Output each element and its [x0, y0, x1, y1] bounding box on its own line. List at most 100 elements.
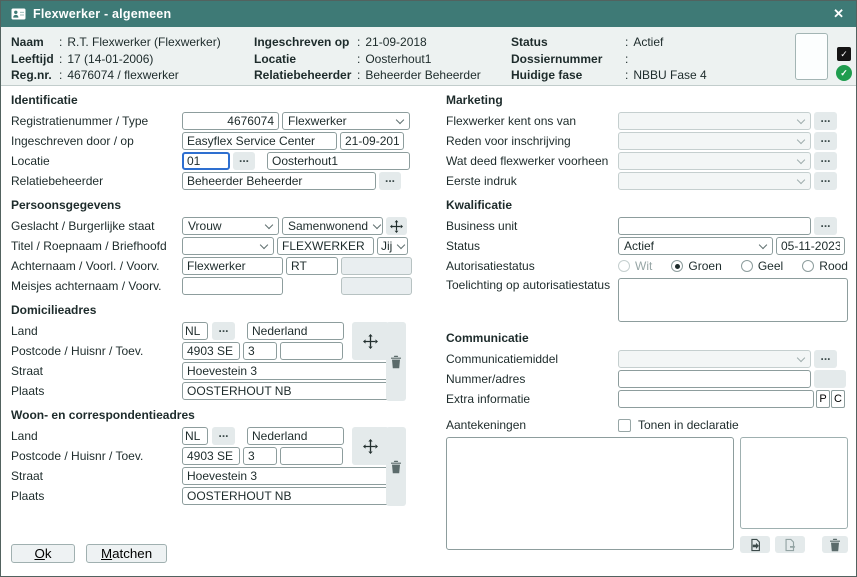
woon-postcode-input[interactable] — [182, 447, 240, 465]
woon-land-code-input[interactable] — [182, 427, 208, 445]
voorheen-select[interactable] — [618, 152, 811, 170]
window-title: Flexwerker - algemeen — [33, 7, 824, 21]
straat-label: Straat — [11, 469, 182, 483]
locatie-naam-input[interactable] — [267, 152, 410, 170]
radio-rood[interactable]: Rood — [802, 259, 848, 273]
burgerlijke-staat-select[interactable]: Samenwonend — [282, 217, 383, 235]
achternaam-input[interactable] — [182, 257, 283, 275]
locatie-lookup-button[interactable]: ... — [233, 152, 255, 170]
radio-wit[interactable]: Wit — [618, 259, 652, 273]
eerste-indruk-label: Eerste indruk — [446, 174, 618, 188]
relatiebeheerder-value: Beheerder Beheerder — [365, 67, 480, 84]
meisjes-voorvoegsel-input[interactable] — [341, 277, 412, 295]
land-lookup-button[interactable]: ... — [212, 322, 235, 340]
kent-ons-van-lookup-button[interactable]: ... — [814, 112, 837, 130]
voorletters-input[interactable] — [286, 257, 338, 275]
land-naam-input[interactable] — [247, 322, 344, 340]
postcode-input[interactable] — [182, 342, 240, 360]
geslacht-select[interactable]: Vrouw — [182, 217, 279, 235]
move-row-button[interactable] — [386, 217, 407, 235]
ingeschreven-op-input[interactable] — [340, 132, 404, 150]
ok-button[interactable]: Ok — [11, 544, 75, 563]
trash-icon — [829, 538, 841, 552]
extra-informatie-input[interactable] — [618, 390, 814, 408]
woon-land-lookup-button[interactable]: ... — [212, 427, 235, 445]
status-datum-input[interactable] — [776, 237, 845, 255]
communicatiemiddel-select[interactable] — [618, 350, 811, 368]
radio-groen[interactable]: Groen — [671, 259, 721, 273]
status-select[interactable]: Actief — [618, 237, 773, 255]
section-communicatie: Communicatie Communicatiemiddel ... Numm… — [446, 324, 848, 409]
woon-land-naam-input[interactable] — [247, 427, 344, 445]
registratienummer-input[interactable] — [182, 112, 279, 130]
reden-inschrijving-lookup-button[interactable]: ... — [814, 132, 837, 150]
type-select[interactable]: Flexwerker — [282, 112, 410, 130]
communicatiemiddel-lookup-button[interactable]: ... — [814, 350, 837, 368]
p-button[interactable]: P — [816, 390, 830, 408]
nummer-adres-extra-button[interactable] — [814, 370, 846, 388]
aantekeningen-textarea[interactable] — [446, 437, 734, 550]
tonen-in-declaratie-label: Tonen in declaratie — [638, 418, 739, 432]
straat-label: Straat — [11, 364, 182, 378]
titel-select[interactable] — [182, 237, 274, 255]
nummer-adres-input[interactable] — [618, 370, 811, 388]
note-import-button[interactable] — [740, 536, 770, 553]
note-delete-button[interactable] — [822, 536, 848, 553]
tonen-in-declaratie-checkbox[interactable] — [618, 419, 631, 432]
woon-straat-input[interactable] — [182, 467, 391, 485]
toevoeging-input[interactable] — [280, 342, 343, 360]
postcode-huisnr-toev-label: Postcode / Huisnr / Toev. — [11, 344, 182, 358]
woon-plaats-input[interactable] — [182, 487, 391, 505]
note-export-button[interactable] — [775, 536, 805, 553]
eerste-indruk-lookup-button[interactable]: ... — [814, 172, 837, 190]
aantekeningen-label: Aantekeningen — [446, 418, 618, 432]
reden-inschrijving-select[interactable] — [618, 132, 811, 150]
woon-toevoeging-input[interactable] — [280, 447, 343, 465]
briefhoofd-select[interactable]: Jij — [377, 237, 408, 255]
ingeschreven-door-input[interactable] — [182, 132, 337, 150]
section-aantekeningen: Aantekeningen Tonen in declaratie — [446, 415, 848, 553]
straat-input[interactable] — [182, 362, 391, 380]
infobar: Naam:R.T. Flexwerker (Flexwerker) Leefti… — [1, 27, 856, 86]
close-icon[interactable]: ✕ — [831, 6, 846, 22]
land-label: Land — [11, 429, 182, 443]
geslacht-value: Vrouw — [188, 219, 222, 233]
matchen-button[interactable]: Matchen — [86, 544, 167, 563]
status-select-value: Actief — [624, 239, 654, 253]
meisjesnaam-input[interactable] — [182, 277, 283, 295]
plaats-input[interactable] — [182, 382, 391, 400]
land-code-input[interactable] — [182, 322, 208, 340]
move-address-button[interactable] — [352, 427, 389, 465]
business-unit-input[interactable] — [618, 217, 811, 235]
delete-address-button[interactable] — [386, 427, 406, 506]
eerste-indruk-select[interactable] — [618, 172, 811, 190]
relatiebeheerder-label: Relatiebeheerder — [254, 67, 357, 84]
c-button[interactable]: C — [831, 390, 845, 408]
black-checkbox-icon[interactable]: ✓ — [837, 47, 851, 61]
meisjesnaam-voorv-label: Meisjes achternaam / Voorv. — [11, 279, 182, 293]
radio-geel[interactable]: Geel — [741, 259, 783, 273]
locatie-label: Locatie — [254, 51, 357, 68]
toelichting-textarea[interactable] — [618, 278, 848, 322]
business-unit-lookup-button[interactable]: ... — [814, 217, 837, 235]
aantekeningen-list[interactable] — [740, 437, 848, 529]
colon: : — [357, 51, 360, 68]
roepnaam-input[interactable] — [277, 237, 374, 255]
woon-huisnr-input[interactable] — [243, 447, 277, 465]
move-address-button[interactable] — [352, 322, 389, 360]
huisnr-input[interactable] — [243, 342, 277, 360]
regnr-value: 4676074 / flexwerker — [67, 67, 178, 84]
locatie-code-input[interactable] — [182, 152, 230, 170]
colon: : — [59, 51, 62, 68]
relatiebeheerder-lookup-button[interactable]: ... — [379, 172, 401, 190]
document-export-icon — [783, 538, 797, 552]
ok-label: Ok — [34, 546, 51, 561]
voorheen-lookup-button[interactable]: ... — [814, 152, 837, 170]
kent-ons-van-select[interactable] — [618, 112, 811, 130]
persoonsgegevens-title: Persoonsgegevens — [11, 191, 446, 216]
delete-address-button[interactable] — [386, 322, 406, 401]
move-icon — [363, 439, 378, 454]
titlebar[interactable]: Flexwerker - algemeen ✕ — [1, 1, 856, 27]
voorvoegsel-input[interactable] — [341, 257, 412, 275]
relatiebeheerder-input[interactable] — [182, 172, 376, 190]
